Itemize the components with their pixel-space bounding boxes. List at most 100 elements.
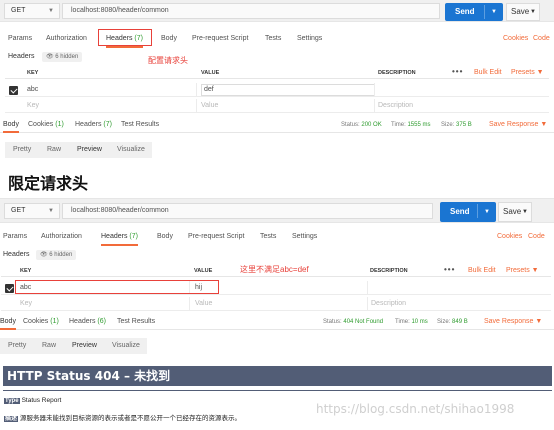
save-response-button[interactable]: Save Response ▼ xyxy=(489,119,547,131)
tab-headers[interactable]: Headers (7) xyxy=(101,231,138,246)
section-heading: 限定请求头 xyxy=(8,174,89,193)
send-label: Send xyxy=(455,7,475,16)
new-description-input[interactable]: Description xyxy=(371,297,406,310)
table-row-empty: Key Value Description xyxy=(1,297,551,311)
save-button[interactable]: Save ▼ xyxy=(506,3,540,21)
cookies-link[interactable]: Cookies xyxy=(503,33,528,45)
eye-icon: 👁 xyxy=(46,54,54,60)
response-headers-count: (7) xyxy=(103,121,112,128)
response-tab-test-results[interactable]: Test Results xyxy=(121,119,159,131)
view-visualize[interactable]: Visualize xyxy=(112,338,140,354)
response-tab-body[interactable]: Body xyxy=(0,316,16,330)
column-value: VALUE xyxy=(201,70,220,76)
row-value-input[interactable]: def xyxy=(201,84,375,96)
new-value-input[interactable]: Value xyxy=(201,99,218,112)
chevron-down-icon: ▼ xyxy=(530,9,536,15)
column-description: DESCRIPTION xyxy=(370,268,408,274)
size-value: 849 B xyxy=(452,319,468,325)
save-button[interactable]: Save ▼ xyxy=(498,202,532,222)
view-raw[interactable]: Raw xyxy=(47,142,61,158)
save-response-label: Save Response xyxy=(489,121,539,128)
size-indicator: Size: 375 B xyxy=(441,119,472,131)
more-options-icon[interactable]: ••• xyxy=(444,264,455,276)
response-tab-cookies[interactable]: Cookies (1) xyxy=(23,316,59,328)
column-description: DESCRIPTION xyxy=(378,70,416,76)
row-checkbox[interactable] xyxy=(5,284,14,293)
tab-tests[interactable]: Tests xyxy=(265,33,281,45)
tab-params[interactable]: Params xyxy=(8,33,32,45)
send-button[interactable]: Send ▼ xyxy=(440,202,496,222)
column-key: KEY xyxy=(20,268,32,274)
hidden-count: 6 hidden xyxy=(55,54,79,60)
hidden-headers-toggle[interactable]: 👁 6 hidden xyxy=(36,250,77,260)
response-headers-label: Headers xyxy=(75,121,102,128)
tab-authorization[interactable]: Authorization xyxy=(46,33,87,45)
time-label: Time: xyxy=(391,122,406,128)
more-options-icon[interactable]: ••• xyxy=(452,66,463,78)
view-visualize[interactable]: Visualize xyxy=(117,142,145,158)
response-cookies-label: Cookies xyxy=(28,121,54,128)
presets-dropdown[interactable]: Presets ▼ xyxy=(511,67,544,79)
headers-table-header: KEY VALUE DESCRIPTION ••• Bulk Edit Pres… xyxy=(5,67,549,79)
table-row: abc def xyxy=(5,83,549,97)
response-tab-body[interactable]: Body xyxy=(3,119,19,133)
error-description-label: 描述 xyxy=(4,416,19,422)
method-select[interactable]: GET ▼ xyxy=(4,203,60,219)
size-value: 375 B xyxy=(456,122,472,128)
response-tab-cookies[interactable]: Cookies (1) xyxy=(28,119,64,131)
new-description-input[interactable]: Description xyxy=(378,99,413,112)
time-indicator: Time: 10 ms xyxy=(395,316,428,328)
tab-body[interactable]: Body xyxy=(157,231,173,243)
response-tab-headers[interactable]: Headers (6) xyxy=(69,316,106,328)
tab-params[interactable]: Params xyxy=(3,231,27,243)
view-pretty[interactable]: Pretty xyxy=(8,338,26,354)
url-input[interactable]: localhost:8080/header/common xyxy=(62,3,440,19)
response-tab-test-results[interactable]: Test Results xyxy=(117,316,155,328)
annotation-text: 配置请求头 xyxy=(148,56,188,65)
tab-headers-label: Headers xyxy=(101,233,128,240)
chevron-down-icon[interactable]: ▼ xyxy=(484,202,490,222)
tab-tests[interactable]: Tests xyxy=(260,231,276,243)
bulk-edit-link[interactable]: Bulk Edit xyxy=(468,265,496,277)
url-input[interactable]: localhost:8080/header/common xyxy=(62,203,433,219)
method-label: GET xyxy=(11,207,26,214)
request-tabs-2: Params Authorization Headers (7) Body Pr… xyxy=(0,231,554,246)
tab-authorization[interactable]: Authorization xyxy=(41,231,82,243)
hidden-headers-toggle[interactable]: 👁 6 hidden xyxy=(42,52,83,62)
time-value: 1555 ms xyxy=(407,122,431,128)
chevron-down-icon[interactable]: ▼ xyxy=(491,3,497,21)
column-key: KEY xyxy=(27,70,39,76)
save-response-button[interactable]: Save Response ▼ xyxy=(484,316,542,328)
code-link[interactable]: Code xyxy=(528,231,545,243)
presets-dropdown[interactable]: Presets ▼ xyxy=(506,265,539,277)
view-mode-bar: Pretty Raw Preview Visualize xyxy=(5,142,152,158)
cookies-link[interactable]: Cookies xyxy=(497,231,522,243)
tab-prerequest[interactable]: Pre-request Script xyxy=(188,231,244,243)
status-label: Status: xyxy=(323,319,342,325)
row-checkbox[interactable] xyxy=(9,86,18,95)
tab-settings[interactable]: Settings xyxy=(297,33,322,45)
error-description-line: 描述 源服务器未能找到目标资源的表示或者是不愿公开一个已经存在的资源表示。 xyxy=(4,412,241,422)
method-select[interactable]: GET ▼ xyxy=(4,3,60,19)
code-link[interactable]: Code xyxy=(533,33,550,45)
new-key-input[interactable]: Key xyxy=(20,297,32,310)
view-pretty[interactable]: Pretty xyxy=(13,142,31,158)
time-value: 10 ms xyxy=(411,319,428,325)
view-preview[interactable]: Preview xyxy=(77,142,102,158)
tab-settings[interactable]: Settings xyxy=(292,231,317,243)
view-preview[interactable]: Preview xyxy=(72,338,97,354)
error-description-value: 源服务器未能找到目标资源的表示或者是不愿公开一个已经存在的资源表示。 xyxy=(20,415,242,422)
row-key-input[interactable]: abc xyxy=(27,83,38,96)
new-key-input[interactable]: Key xyxy=(27,99,39,112)
time-label: Time: xyxy=(395,319,410,325)
response-tabs: Body Cookies (1) Headers (7) Test Result… xyxy=(0,119,554,133)
error-type-line: Type Status Report xyxy=(4,397,61,404)
response-tab-headers[interactable]: Headers (7) xyxy=(75,119,112,131)
tab-prerequest[interactable]: Pre-request Script xyxy=(192,33,248,45)
tab-body[interactable]: Body xyxy=(161,33,177,45)
headers-label: Headers xyxy=(8,53,35,60)
send-button[interactable]: Send ▼ xyxy=(445,3,503,21)
new-value-input[interactable]: Value xyxy=(195,297,212,310)
bulk-edit-link[interactable]: Bulk Edit xyxy=(474,67,502,79)
view-raw[interactable]: Raw xyxy=(42,338,56,354)
